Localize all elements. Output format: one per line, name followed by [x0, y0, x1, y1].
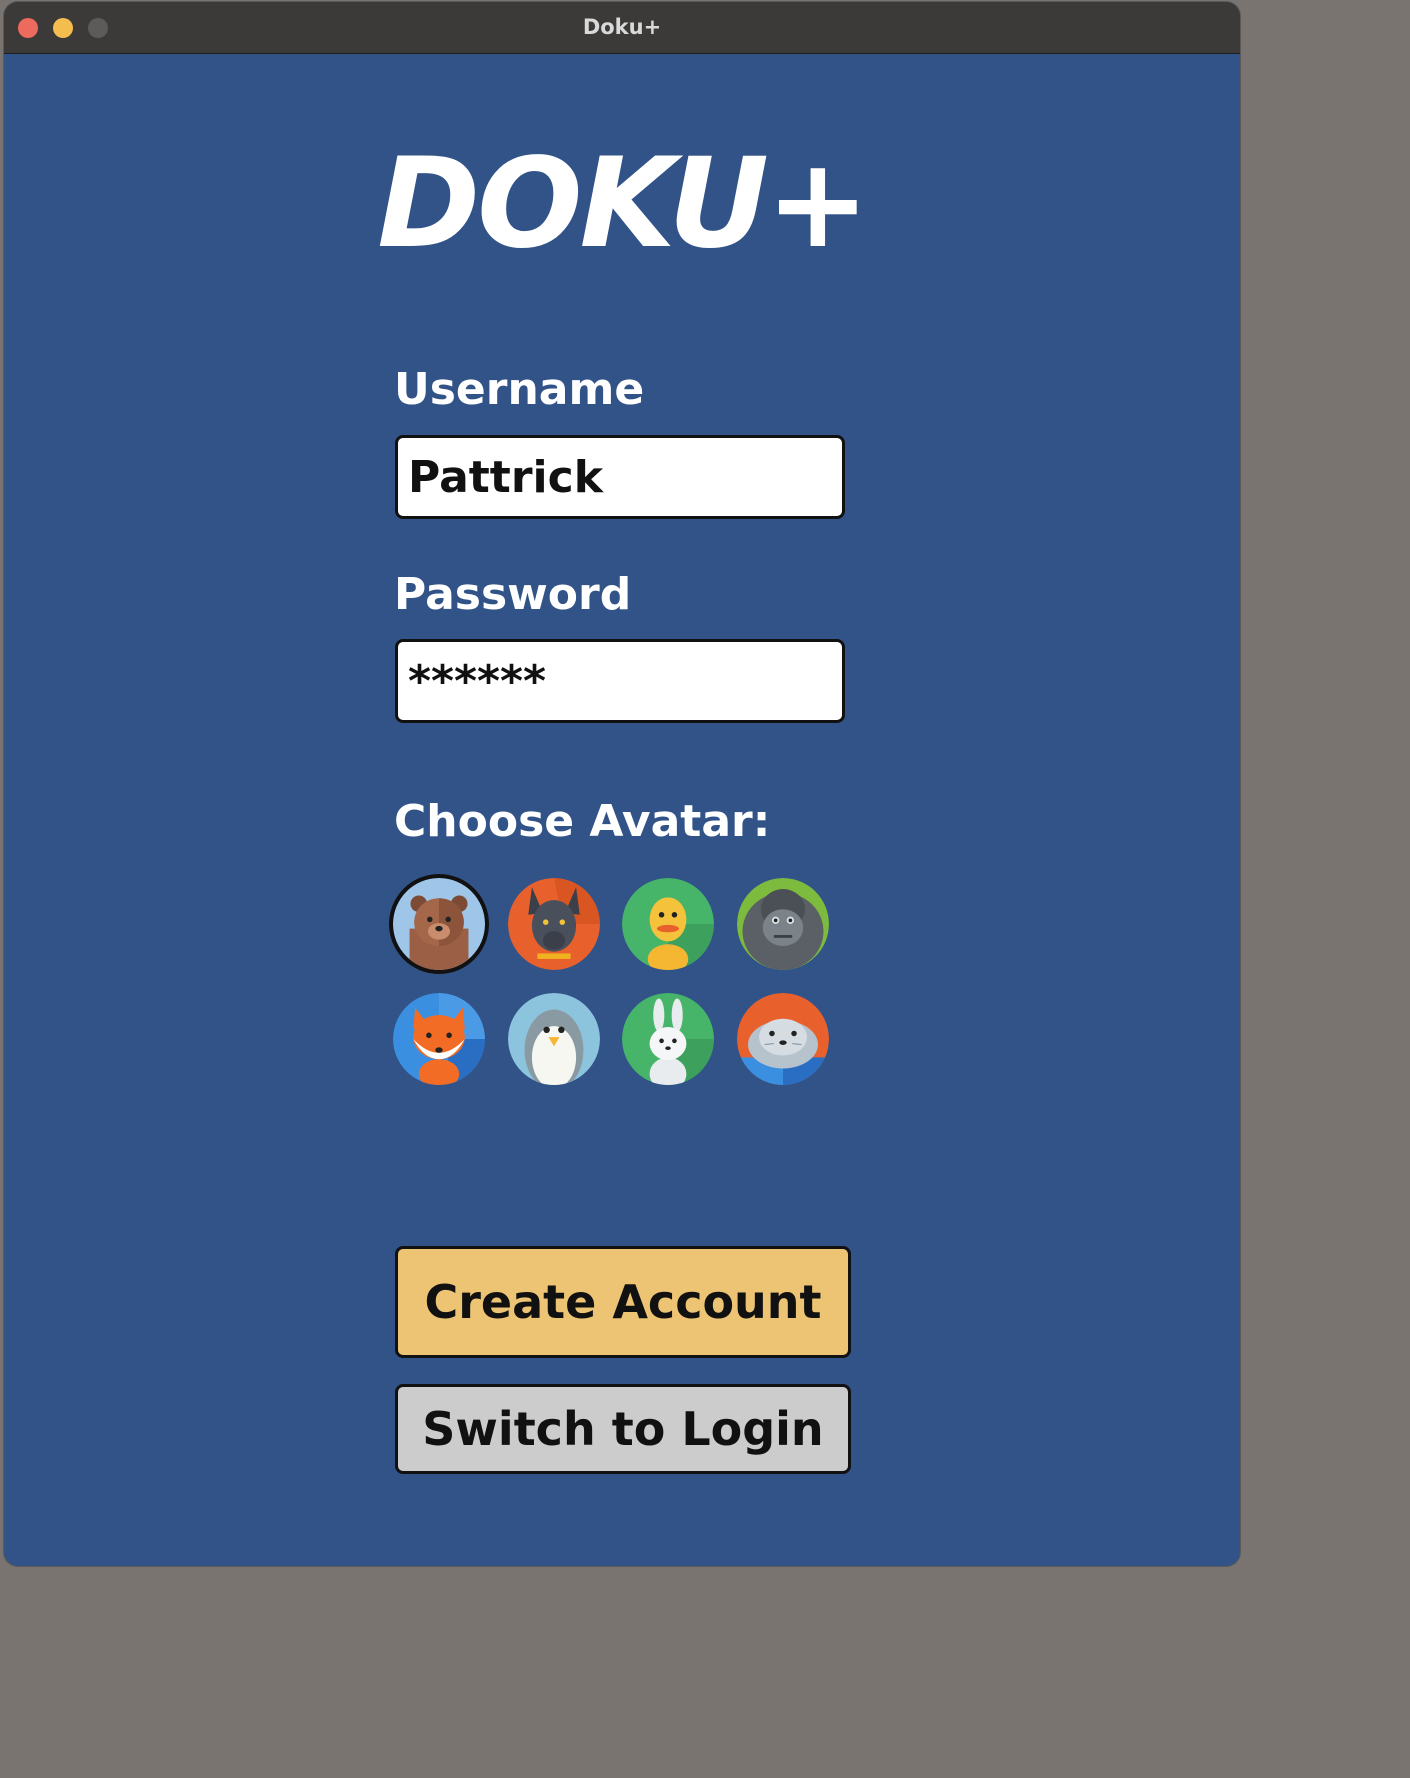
title-bar: Doku+: [4, 2, 1240, 54]
seal-icon: [737, 993, 829, 1085]
duck-icon: [622, 878, 714, 970]
password-label: Password: [394, 569, 632, 620]
username-field[interactable]: [395, 435, 845, 519]
fox-icon: [393, 993, 485, 1085]
rabbit-icon: [622, 993, 714, 1085]
avatar-rabbit[interactable]: [622, 993, 714, 1085]
window-title: Doku+: [582, 15, 662, 39]
avatar-gorilla[interactable]: [737, 878, 829, 970]
avatar-dog[interactable]: [508, 878, 600, 970]
avatar-fox[interactable]: [393, 993, 485, 1085]
username-label: Username: [394, 364, 645, 415]
app-window: Doku+ DOKU+ Username Password Choose Ava…: [4, 2, 1240, 1566]
gorilla-icon: [737, 878, 829, 970]
switch-to-login-button[interactable]: Switch to Login: [395, 1384, 851, 1474]
bear-icon: [393, 878, 485, 970]
password-field[interactable]: [395, 639, 845, 723]
avatar-bear[interactable]: [393, 878, 485, 970]
penguin-icon: [508, 993, 600, 1085]
choose-avatar-label: Choose Avatar:: [394, 796, 771, 847]
avatar-duck[interactable]: [622, 878, 714, 970]
dog-icon: [508, 878, 600, 970]
create-account-button[interactable]: Create Account: [395, 1246, 851, 1358]
avatar-seal[interactable]: [737, 993, 829, 1085]
avatar-penguin[interactable]: [508, 993, 600, 1085]
app-logo: DOKU+: [377, 132, 870, 276]
